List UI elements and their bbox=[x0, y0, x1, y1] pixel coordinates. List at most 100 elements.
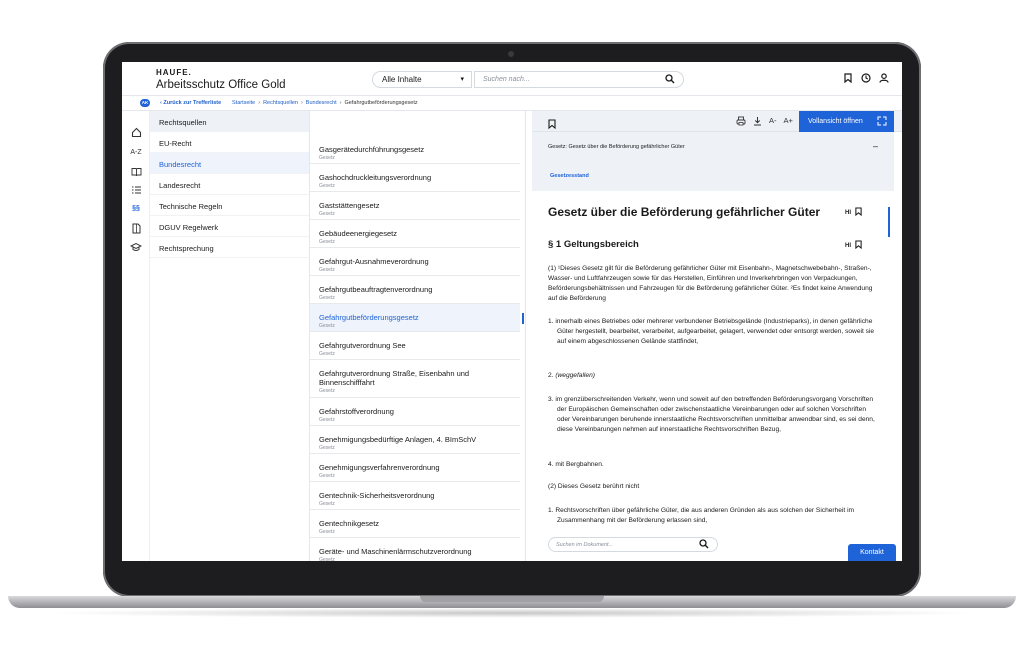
app-screen: HAUFE. Arbeitsschutz Office Gold Alle In… bbox=[122, 62, 902, 561]
laptop-notch bbox=[420, 596, 604, 602]
font-larger-button[interactable]: A+ bbox=[784, 116, 793, 128]
icon-rail: A-Z §§ bbox=[122, 111, 150, 561]
law-type: Gesetz bbox=[319, 557, 335, 561]
list-item[interactable]: Gentechnik-Sicherheitsverordnung Gesetz bbox=[310, 482, 520, 510]
law-title: Gasgerätedurchführungsgesetz bbox=[319, 145, 425, 154]
list-icon[interactable] bbox=[129, 185, 143, 197]
search-icon[interactable] bbox=[699, 539, 709, 551]
document-icon[interactable] bbox=[129, 223, 143, 235]
list-item[interactable]: Gefahrgutverordnung See Gesetz bbox=[310, 332, 520, 360]
hi-button[interactable]: HI bbox=[845, 243, 851, 249]
document-title: Gesetz über die Beförderung gefährlicher… bbox=[548, 205, 821, 219]
law-title: Genehmigungsbedürftige Anlagen, 4. BImSc… bbox=[319, 435, 477, 444]
breadcrumb-item[interactable]: Bundesrecht bbox=[306, 100, 337, 106]
search-placeholder: Suchen nach... bbox=[483, 76, 530, 83]
law-title: Gentechnik-Sicherheitsverordnung bbox=[319, 491, 435, 500]
law-type: Gesetz bbox=[319, 501, 335, 507]
law-title: Genehmigungsverfahrenverordnung bbox=[319, 463, 440, 472]
law-status-link[interactable]: Gesetzesstand bbox=[550, 173, 589, 179]
contact-button[interactable]: Kontakt bbox=[848, 544, 896, 561]
laptop-bezel bbox=[122, 561, 902, 587]
document-scroll-indicator bbox=[888, 207, 890, 237]
breadcrumb-separator: › bbox=[300, 100, 303, 106]
category-item-eu-recht[interactable]: EU-Recht bbox=[150, 132, 309, 153]
download-icon[interactable] bbox=[753, 116, 762, 128]
document-toolbar: A- A+ Vollansicht öffnen bbox=[532, 111, 902, 132]
print-icon[interactable] bbox=[736, 116, 746, 128]
history-icon[interactable] bbox=[860, 71, 872, 85]
category-item-technische-regeln[interactable]: Technische Regeln bbox=[150, 195, 309, 216]
app-header: HAUFE. Arbeitsschutz Office Gold Alle In… bbox=[122, 62, 902, 96]
law-title: Gebäudeenergiegesetz bbox=[319, 229, 397, 238]
product-title[interactable]: Arbeitsschutz Office Gold bbox=[156, 79, 286, 91]
list-item-4: 4. mit Bergbahnen. bbox=[548, 461, 604, 468]
list-scroll-indicator bbox=[522, 313, 524, 324]
law-list: Gasgerätedurchführungsgesetz Gesetz Gash… bbox=[310, 111, 526, 561]
breadcrumb-current: Gefahrgutbeförderungsgesetz bbox=[344, 100, 418, 106]
list-item[interactable]: Gasgerätedurchführungsgesetz Gesetz bbox=[310, 136, 520, 164]
document-search-input[interactable]: Suchen im Dokument... bbox=[548, 537, 718, 552]
list-item[interactable]: Gaststättengesetz Gesetz bbox=[310, 192, 520, 220]
section-actions: HI bbox=[845, 240, 862, 251]
law-title: Gefahrgutbeförderungsgesetz bbox=[319, 313, 419, 322]
law-type: Gesetz bbox=[319, 445, 335, 451]
bookmark-icon[interactable] bbox=[855, 207, 862, 218]
collapse-button[interactable]: – bbox=[873, 141, 878, 151]
list-item[interactable]: Gashochdruckleitungsverordnung Gesetz bbox=[310, 164, 520, 192]
laptop-shadow bbox=[40, 608, 984, 618]
category-header: Rechtsquellen bbox=[150, 111, 309, 132]
law-type: Gesetz bbox=[319, 267, 335, 273]
list-item[interactable]: Genehmigungsverfahrenverordnung Gesetz bbox=[310, 454, 520, 482]
document-panel: A- A+ Vollansicht öffnen Gesetz: Gesetz … bbox=[532, 111, 902, 561]
bookmark-icon[interactable] bbox=[842, 71, 854, 85]
law-title: Gefahrgutverordnung See bbox=[319, 341, 406, 350]
user-badge[interactable]: AK bbox=[140, 99, 150, 107]
category-item-dguv-regelwerk[interactable]: DGUV Regelwerk bbox=[150, 216, 309, 237]
law-type: Gesetz bbox=[319, 351, 335, 357]
list-item[interactable]: Gefahrgut-Ausnahmeverordnung Gesetz bbox=[310, 248, 520, 276]
law-type: Gesetz bbox=[319, 473, 335, 479]
list-number: 2. bbox=[548, 372, 554, 379]
brand-logo[interactable]: HAUFE. bbox=[156, 68, 192, 77]
list-item[interactable]: Gefahrgutbeauftragtenverordnung Gesetz bbox=[310, 276, 520, 304]
list-item[interactable]: Genehmigungsbedürftige Anlagen, 4. BImSc… bbox=[310, 426, 520, 454]
breadcrumb-separator: › bbox=[339, 100, 342, 106]
bookmark-icon[interactable] bbox=[855, 240, 862, 251]
book-icon[interactable] bbox=[129, 167, 143, 179]
paragraph-icon[interactable]: §§ bbox=[129, 205, 143, 217]
fullview-button[interactable]: Vollansicht öffnen bbox=[799, 111, 894, 132]
back-to-results-link[interactable]: ‹ Zurück zur Trefferliste bbox=[160, 100, 221, 106]
document-search-placeholder: Suchen im Dokument... bbox=[556, 542, 614, 548]
a-z-icon[interactable]: A-Z bbox=[129, 149, 143, 161]
law-title: Gefahrgutbeauftragtenverordnung bbox=[319, 285, 433, 294]
font-smaller-button[interactable]: A- bbox=[769, 116, 777, 128]
scope-select[interactable]: Alle Inhalte ▾ bbox=[372, 71, 472, 88]
breadcrumb-item[interactable]: Rechtsquellen bbox=[263, 100, 298, 106]
section-heading: § 1 Geltungsbereich bbox=[548, 239, 639, 250]
omitted-note: (weggefallen) bbox=[555, 372, 595, 379]
category-item-rechtsprechung[interactable]: Rechtsprechung bbox=[150, 237, 309, 258]
breadcrumb: AK ‹ Zurück zur Trefferliste Startseite … bbox=[122, 96, 902, 111]
home-icon[interactable] bbox=[129, 127, 143, 139]
category-item-landesrecht[interactable]: Landesrecht bbox=[150, 174, 309, 195]
hi-button[interactable]: HI bbox=[845, 210, 851, 216]
chevron-down-icon: ▾ bbox=[460, 76, 464, 83]
law-title: Gashochdruckleitungsverordnung bbox=[319, 173, 432, 182]
list-item[interactable]: Gentechnikgesetz Gesetz bbox=[310, 510, 520, 538]
law-type: Gesetz bbox=[319, 323, 335, 329]
search-input[interactable]: Suchen nach... bbox=[474, 71, 684, 88]
category-item-bundesrecht[interactable]: Bundesrecht bbox=[150, 153, 309, 174]
law-type: Gesetz bbox=[319, 388, 335, 394]
context-title: Gesetz: Gesetz über die Beförderung gefä… bbox=[548, 144, 685, 150]
law-title: Gentechnikgesetz bbox=[319, 519, 380, 528]
list-item[interactable]: Geräte- und Maschinenlärmschutzverordnun… bbox=[310, 538, 520, 561]
search-icon[interactable] bbox=[665, 74, 675, 86]
list-item[interactable]: Gefahrgutverordnung Straße, Eisenbahn un… bbox=[310, 360, 520, 398]
user-icon[interactable] bbox=[878, 71, 890, 85]
list-item[interactable]: Gebäudeenergiegesetz Gesetz bbox=[310, 220, 520, 248]
breadcrumb-item[interactable]: Startseite bbox=[232, 100, 255, 106]
graduation-icon[interactable] bbox=[129, 242, 143, 254]
list-item-selected[interactable]: Gefahrgutbeförderungsgesetz Gesetz bbox=[310, 304, 520, 332]
list-item-3: 3. im grenzüberschreitenden Verkehr, wen… bbox=[548, 396, 875, 433]
list-item[interactable]: Gefahrstoffverordnung Gesetz bbox=[310, 398, 520, 426]
